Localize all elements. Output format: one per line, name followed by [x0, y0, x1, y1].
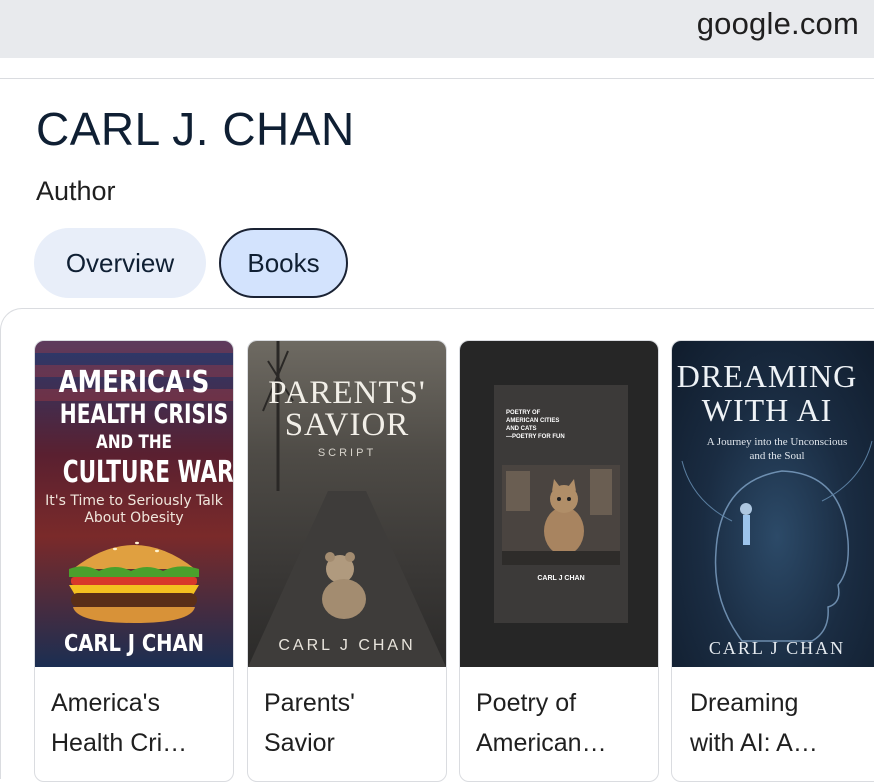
book-title-line: Parents' [264, 689, 355, 717]
cover-subtitle: A Journey into the Unconscious and the S… [672, 435, 874, 463]
cover-title-line: AMERICAN CITIES [506, 418, 560, 424]
cover-subtitle: SCRIPT [317, 447, 377, 459]
cat-icon [502, 465, 620, 565]
book-title-line: American… [476, 729, 607, 757]
cover-inner-art: POETRY OF AMERICAN CITIES AND CATS —POET… [494, 385, 628, 623]
book-title: Dreaming with AI: A… [690, 683, 862, 763]
cover-author: CARL J CHAN [63, 631, 205, 657]
cover-tagline: It's Time to Seriously Talk [45, 493, 223, 509]
cover-title-line: AND THE [96, 431, 172, 453]
flag-stripe [35, 341, 233, 353]
cover-title-line: PARENTS' [268, 375, 426, 411]
burger-icon [69, 541, 199, 623]
book-title-line: America's [51, 689, 160, 717]
cover-author: CARL J CHAN [537, 575, 585, 582]
cover-tagline: About Obesity [84, 510, 184, 526]
book-card-parents-savior[interactable]: PARENTS' SAVIOR SCRIPT CARL J CHAN Paren… [247, 340, 447, 782]
cover-title-line: AMERICA'S [58, 365, 210, 400]
url-domain[interactable]: google.com [697, 6, 859, 42]
book-title: Poetry of American… [476, 683, 648, 763]
book-cover-image: AMERICA'S HEALTH CRISIS AND THE CULTURE … [35, 341, 233, 667]
book-card-americas-health-crisis[interactable]: AMERICA'S HEALTH CRISIS AND THE CULTURE … [34, 340, 234, 782]
tab-books[interactable]: Books [219, 228, 348, 298]
entity-subtitle: Author [36, 176, 116, 206]
book-title-line: Poetry of [476, 689, 577, 717]
cover-title-line: POETRY OF [506, 410, 541, 416]
tab-books-label: Books [247, 247, 320, 278]
book-title-line: Health Cri… [51, 729, 188, 757]
book-title-line: Dreaming [690, 689, 799, 717]
cover-title-line: —POETRY FOR FUN [506, 434, 565, 440]
tab-overview-label: Overview [65, 247, 175, 278]
cover-title-line: SAVIOR [284, 407, 410, 443]
cover-subtitle-line: A Journey into the Unconscious [706, 436, 848, 448]
book-title: America's Health Cri… [51, 683, 223, 763]
tab-overview[interactable]: Overview [34, 228, 206, 298]
cover-title-line: WITH AI [701, 392, 833, 428]
cover-author: CARL J CHAN [278, 637, 416, 654]
cover-author: CARL J CHAN [708, 638, 846, 658]
address-bar[interactable]: google.com [0, 0, 874, 58]
entity-title: CARL J. CHAN [36, 103, 355, 155]
cover-title-line: AND CATS [506, 426, 537, 432]
book-title: Parents' Savior [264, 683, 436, 763]
cover-title-line: HEALTH CRISIS [59, 399, 229, 430]
book-title-line: Savior [264, 729, 335, 757]
book-card-dreaming-with-ai[interactable]: DREAMING WITH AI A Journey into the Unco… [671, 340, 874, 782]
cover-subtitle-line: and the Soul [749, 450, 805, 462]
book-cover-image: POETRY OF AMERICAN CITIES AND CATS —POET… [460, 341, 658, 667]
book-title-line: with AI: A… [690, 729, 818, 757]
book-cover-image: PARENTS' SAVIOR SCRIPT CARL J CHAN [248, 341, 446, 667]
cover-title-line: DREAMING [676, 358, 858, 394]
book-card-poetry-of-american-cities[interactable]: POETRY OF AMERICAN CITIES AND CATS —POET… [459, 340, 659, 782]
cover-title-line: CULTURE WAR [62, 455, 233, 490]
divider [0, 78, 874, 79]
cover-title-block: POETRY OF AMERICAN CITIES AND CATS —POET… [506, 409, 606, 441]
book-cover-image: DREAMING WITH AI A Journey into the Unco… [672, 341, 874, 667]
